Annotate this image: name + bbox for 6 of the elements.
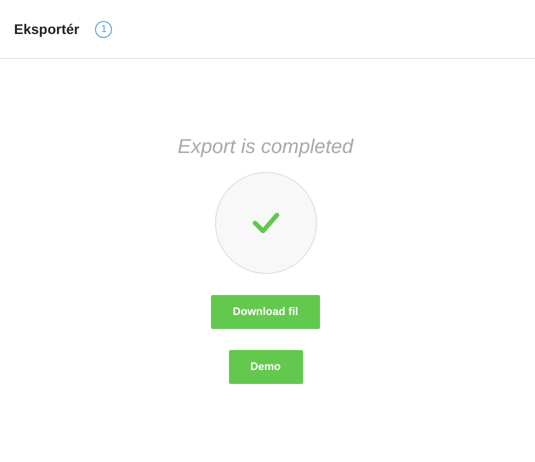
page-title: Eksportér [14, 21, 80, 37]
action-button[interactable]: Download fil [211, 295, 320, 329]
checkmark-icon [252, 211, 280, 235]
action-button[interactable]: Demo [228, 350, 302, 384]
status-message: Export is completed [178, 135, 354, 160]
step-badge: 1 [95, 20, 112, 38]
